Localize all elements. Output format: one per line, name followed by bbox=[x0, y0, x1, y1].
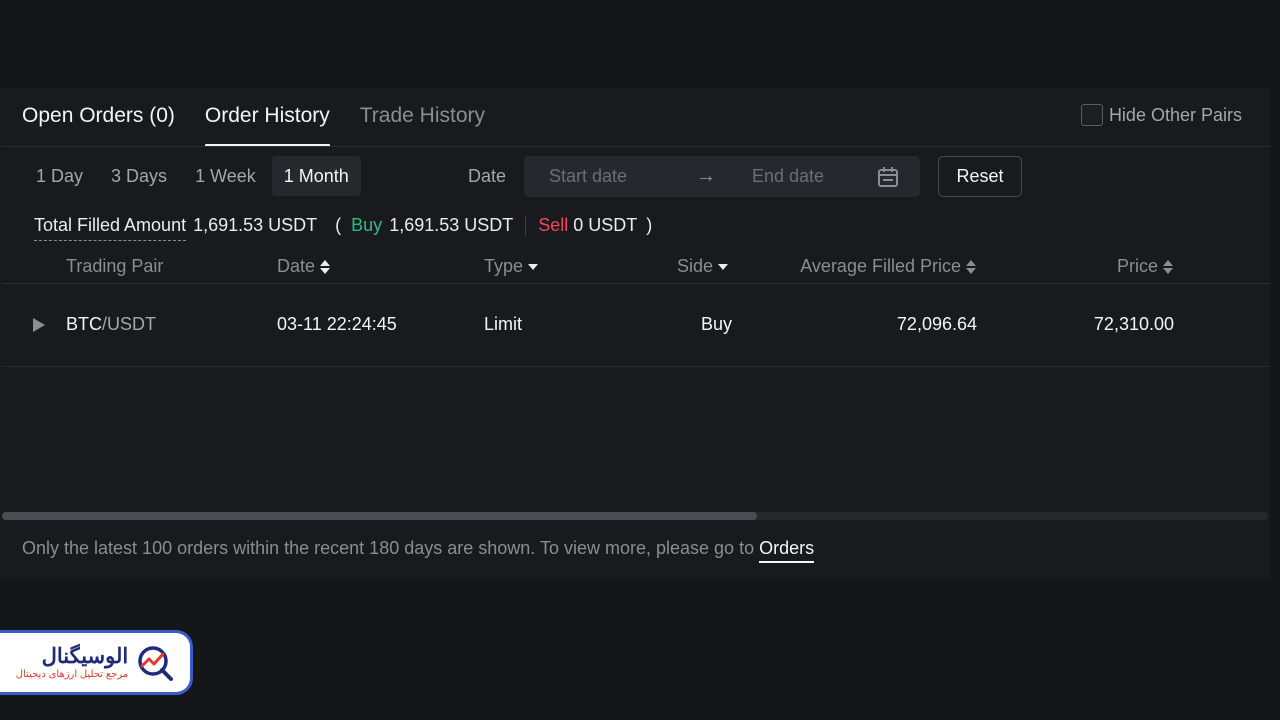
col-average-filled-price[interactable]: Average Filled Price bbox=[800, 256, 977, 277]
order-tabs: Open Orders (0) Order History Trade Hist… bbox=[22, 98, 485, 147]
logo-text: الوسیگنال مرجع تحلیل ارزهای دیجیتال bbox=[16, 645, 128, 681]
end-date-input[interactable]: End date bbox=[752, 156, 824, 197]
total-filled-value: 1,691.53 USDT bbox=[193, 215, 318, 235]
dropdown-caret-icon[interactable] bbox=[527, 263, 539, 271]
order-panel: Open Orders (0) Order History Trade Hist… bbox=[0, 88, 1270, 578]
brand-logo-badge: الوسیگنال مرجع تحلیل ارزهای دیجیتال bbox=[0, 633, 190, 692]
col-date[interactable]: Date bbox=[277, 256, 331, 277]
col-avg-price-label: Average Filled Price bbox=[800, 256, 961, 276]
col-trading-pair: Trading Pair bbox=[66, 256, 163, 277]
buy-value: 1,691.53 USDT bbox=[389, 215, 514, 235]
summary-close-paren: ) bbox=[646, 215, 653, 235]
hide-other-pairs-checkbox[interactable] bbox=[1080, 104, 1103, 126]
range-1-month[interactable]: 1 Month bbox=[271, 156, 361, 196]
hide-other-pairs-label: Hide Other Pairs bbox=[1108, 104, 1242, 125]
start-date-input[interactable]: Start date bbox=[549, 156, 627, 197]
order-date: 03-11 22:24:45 bbox=[277, 314, 397, 334]
expand-row-icon[interactable] bbox=[32, 317, 46, 338]
order-avg-price: 72,096.64 bbox=[896, 314, 977, 334]
range-1-day[interactable]: 1 Day bbox=[24, 156, 95, 196]
row-divider bbox=[2, 366, 1270, 367]
orders-link[interactable]: Orders bbox=[759, 538, 815, 563]
col-side[interactable]: Side bbox=[677, 256, 729, 277]
col-type[interactable]: Type bbox=[484, 256, 539, 277]
order-pair: BTC/USDT bbox=[66, 314, 156, 335]
filled-summary: Total Filled Amount 1,691.53 USDT ( Buy … bbox=[34, 210, 652, 241]
reset-button[interactable]: Reset bbox=[938, 156, 1022, 197]
order-pair-quote: /USDT bbox=[102, 314, 156, 334]
order-pair-base: BTC bbox=[66, 314, 102, 334]
logo-subtitle: مرجع تحلیل ارزهای دیجیتال bbox=[15, 668, 129, 680]
total-filled-label: Total Filled Amount bbox=[34, 215, 187, 241]
col-price-label: Price bbox=[1116, 256, 1158, 276]
sort-icon[interactable] bbox=[1162, 259, 1174, 275]
col-side-label: Side bbox=[677, 256, 714, 276]
col-type-label: Type bbox=[484, 256, 524, 276]
sort-icon[interactable] bbox=[965, 259, 977, 275]
col-price[interactable]: Price bbox=[1117, 256, 1174, 277]
calendar-icon[interactable] bbox=[876, 165, 900, 194]
date-range-picker[interactable]: Start date → End date bbox=[524, 156, 920, 197]
buy-label: Buy bbox=[351, 215, 383, 235]
scrollbar-thumb[interactable] bbox=[2, 512, 757, 520]
sell-label: Sell bbox=[538, 215, 569, 235]
dropdown-caret-icon[interactable] bbox=[717, 263, 729, 271]
footer-note-text: Only the latest 100 orders within the re… bbox=[22, 538, 755, 558]
chart-magnifier-logo-icon bbox=[138, 645, 174, 681]
order-side: Buy bbox=[701, 314, 733, 334]
col-trading-pair-label: Trading Pair bbox=[66, 256, 164, 276]
col-date-label: Date bbox=[277, 256, 316, 276]
hide-other-pairs-toggle[interactable]: Hide Other Pairs bbox=[1080, 104, 1242, 126]
tab-order-history[interactable]: Order History bbox=[204, 98, 330, 147]
summary-open-paren: ( bbox=[335, 215, 342, 235]
tab-open-orders[interactable]: Open Orders (0) bbox=[22, 98, 175, 146]
footer-note: Only the latest 100 orders within the re… bbox=[22, 538, 815, 563]
logo-title: الوسیگنال bbox=[41, 644, 129, 668]
sell-value: 0 USDT bbox=[573, 215, 638, 235]
sort-icon[interactable] bbox=[319, 259, 331, 275]
tab-trade-history[interactable]: Trade History bbox=[360, 98, 485, 146]
date-label: Date bbox=[468, 166, 507, 186]
horizontal-scrollbar[interactable] bbox=[2, 512, 1268, 520]
time-range-selector: 1 Day 3 Days 1 Week 1 Month bbox=[24, 156, 361, 196]
header-divider bbox=[2, 283, 1270, 284]
range-1-week[interactable]: 1 Week bbox=[183, 156, 268, 196]
summary-separator bbox=[525, 215, 527, 236]
range-3-days[interactable]: 3 Days bbox=[99, 156, 179, 196]
tabs-divider bbox=[2, 146, 1270, 147]
arrow-right-icon: → bbox=[696, 165, 716, 187]
order-type: Limit bbox=[484, 314, 523, 334]
order-price: 72,310.00 bbox=[1093, 314, 1174, 334]
